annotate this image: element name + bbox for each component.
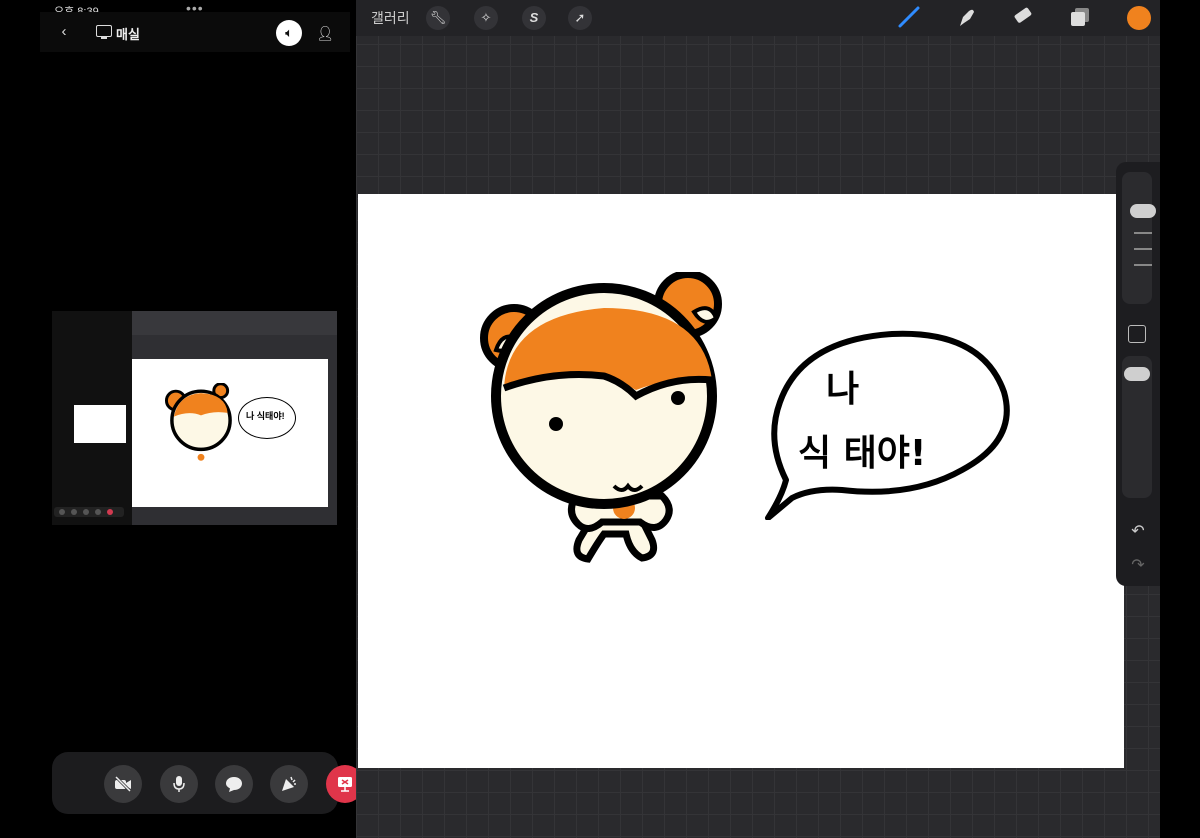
reaction-icon	[282, 776, 296, 791]
thumbnail-hamster-drawing	[164, 383, 232, 461]
call-controls-bar	[52, 752, 364, 814]
chevron-left-icon: ‹	[61, 23, 67, 40]
stop-share-icon	[338, 777, 352, 792]
add-person-icon: 👤︎	[316, 25, 334, 41]
brush-icon	[898, 6, 920, 28]
camera-off-icon	[114, 775, 132, 793]
top-toolbar: 갤러리 🔧︎ ✧ S ➚	[356, 0, 1160, 36]
monitor-icon	[96, 25, 112, 39]
layers-button[interactable]	[1067, 5, 1093, 31]
layers-icon	[1071, 8, 1089, 26]
opacity-thumb[interactable]	[1124, 367, 1150, 381]
undo-button[interactable]: ↶	[1126, 520, 1150, 544]
thumbnail-nested-canvas	[74, 405, 126, 443]
drawing-canvas[interactable]: 나 식 태야!	[358, 194, 1124, 768]
speaker-button[interactable]: 🔈︎	[276, 20, 302, 46]
microphone-button[interactable]	[160, 765, 198, 803]
selection-button[interactable]: S	[522, 6, 546, 30]
magic-wand-icon: ✧	[480, 10, 492, 25]
redo-button[interactable]: ↷	[1126, 554, 1150, 578]
microphone-icon	[173, 776, 185, 792]
wrench-icon: 🔧︎	[429, 10, 447, 25]
thumbnail-controls	[54, 507, 124, 517]
thumbnail-bubble-text: 나 식태야!	[246, 411, 285, 421]
shared-screen-thumbnail[interactable]: 나 식태야!	[52, 311, 337, 525]
smudge-icon	[960, 9, 974, 26]
hamster-drawing	[480, 272, 722, 563]
gallery-button[interactable]: 갤러리	[371, 8, 410, 28]
thumbnail-call-view	[52, 311, 132, 525]
size-tick	[1134, 232, 1152, 234]
brush-sidebar: ↶ ↷	[1116, 162, 1160, 586]
brush-size-thumb[interactable]	[1130, 204, 1156, 218]
bubble-text-line1: 나	[826, 369, 860, 410]
thumbnail-toolbar	[132, 311, 337, 335]
room-name: 매실	[116, 27, 140, 42]
transform-arrow-icon: ➚	[574, 10, 586, 25]
transform-button[interactable]: ➚	[568, 6, 592, 30]
camera-off-button[interactable]	[104, 765, 142, 803]
modify-button[interactable]	[1128, 325, 1146, 343]
adjustments-button[interactable]: ✧	[474, 6, 498, 30]
brush-size-slider[interactable]	[1122, 172, 1156, 304]
bubble-text-line2: 식 태야!	[798, 433, 927, 474]
back-button[interactable]: ‹	[54, 22, 74, 42]
chat-icon	[226, 777, 242, 792]
undo-icon: ↶	[1131, 523, 1145, 540]
eraser-button[interactable]	[1010, 5, 1036, 31]
speaker-icon: 🔈︎	[285, 25, 293, 40]
drawing-app: 갤러리 🔧︎ ✧ S ➚ 나 식 태야! ↶ ↷	[356, 0, 1160, 838]
chat-button[interactable]	[215, 765, 253, 803]
call-header: ‹ 매실 🔈︎ 👤︎	[40, 12, 350, 52]
reaction-button[interactable]	[270, 765, 308, 803]
selection-icon: S	[529, 10, 539, 25]
add-person-button[interactable]: 👤︎	[314, 22, 336, 44]
actions-button[interactable]: 🔧︎	[426, 6, 450, 30]
brush-button[interactable]	[896, 5, 922, 31]
size-tick	[1134, 264, 1152, 266]
video-call-pane: 오후 8:39 ••• ‹ 매실 🔈︎ 👤︎	[40, 0, 386, 838]
eraser-icon	[1014, 7, 1032, 23]
smudge-button[interactable]	[953, 5, 979, 31]
redo-icon: ↷	[1131, 557, 1145, 574]
color-picker-button[interactable]	[1127, 6, 1151, 30]
size-tick	[1134, 248, 1152, 250]
